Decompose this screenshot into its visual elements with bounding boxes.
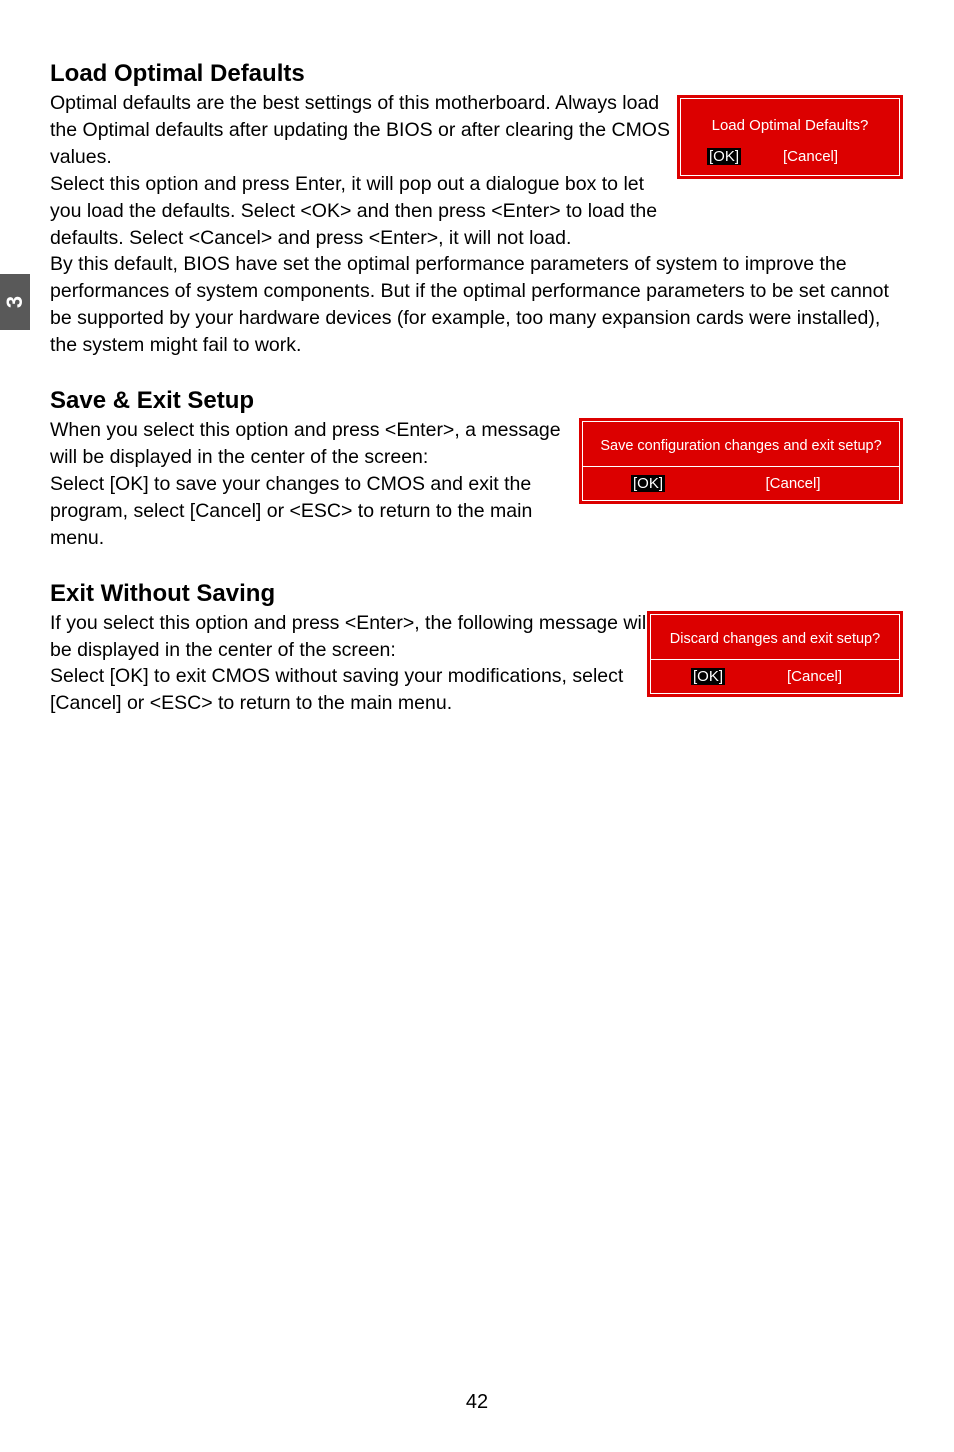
paragraph: Select [OK] to save your changes to CMOS… (50, 471, 566, 552)
page-number: 42 (0, 1391, 954, 1414)
chapter-number: 3 (2, 296, 28, 308)
section-save-and-exit: Save & Exit Setup When you select this o… (50, 387, 904, 552)
heading-save-and-exit: Save & Exit Setup (50, 387, 904, 415)
dialog-inner: Save configuration changes and exit setu… (582, 421, 900, 501)
dialog-inner: Discard changes and exit setup? [OK] [Ca… (650, 614, 900, 694)
dialog-inner: Load Optimal Defaults? [OK] [Cancel] (680, 98, 900, 176)
dialog-message: Save configuration changes and exit setu… (583, 422, 899, 466)
paragraph: By this default, BIOS have set the optim… (50, 251, 904, 359)
paragraph: When you select this option and press <E… (50, 417, 566, 471)
dialog-buttons: [OK] [Cancel] (651, 659, 899, 693)
paragraph: Select [OK] to exit CMOS without saving … (50, 663, 668, 717)
dialog-message: Load Optimal Defaults? (681, 99, 899, 148)
cancel-button[interactable]: [Cancel] (765, 475, 820, 492)
ok-button[interactable]: [OK] (631, 475, 665, 492)
chapter-tab: 3 (0, 274, 30, 330)
dialog-buttons: [OK] [Cancel] (681, 148, 899, 175)
paragraph: Optimal defaults are the best settings o… (50, 90, 674, 171)
heading-load-optimal-defaults: Load Optimal Defaults (50, 60, 904, 88)
ok-button[interactable]: [OK] (707, 148, 741, 165)
paragraph: If you select this option and press <Ent… (50, 610, 668, 664)
cancel-button[interactable]: [Cancel] (787, 668, 842, 685)
dialog-load-optimal-defaults: Load Optimal Defaults? [OK] [Cancel] (676, 94, 904, 180)
section-load-optimal-defaults: Load Optimal Defaults Optimal defaults a… (50, 60, 904, 359)
dialog-buttons: [OK] [Cancel] (583, 466, 899, 500)
dialog-save-exit: Save configuration changes and exit setu… (578, 417, 904, 505)
heading-exit-without-saving: Exit Without Saving (50, 580, 904, 608)
section-exit-without-saving: Exit Without Saving If you select this o… (50, 580, 904, 718)
ok-button[interactable]: [OK] (691, 668, 725, 685)
dialog-discard-exit: Discard changes and exit setup? [OK] [Ca… (646, 610, 904, 698)
page-content: Load Optimal Defaults Optimal defaults a… (50, 60, 904, 717)
paragraph: Select this option and press Enter, it w… (50, 171, 674, 252)
dialog-message: Discard changes and exit setup? (651, 615, 899, 659)
cancel-button[interactable]: [Cancel] (783, 148, 838, 165)
